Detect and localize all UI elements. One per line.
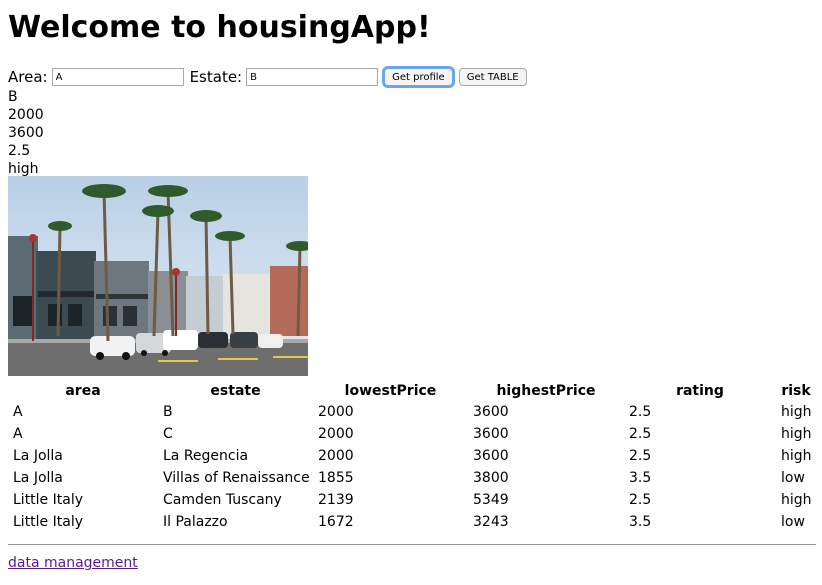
cell-risk: high [781, 404, 812, 420]
profile-estate: B [8, 89, 18, 105]
profile-rating: 2.5 [8, 143, 31, 159]
cell-risk: high [781, 426, 812, 442]
cell-rating: 3.5 [629, 470, 652, 486]
table-header-row: area estate lowestPrice highestPrice rat… [8, 381, 816, 401]
table-row: A C 2000 3600 2.5 high [8, 423, 816, 445]
cell-lowest-price: 1855 [318, 470, 354, 486]
table-row: Little Italy Il Palazzo 1672 3243 3.5 lo… [8, 511, 816, 533]
street-photo-illustration [8, 176, 308, 376]
cell-lowest-price: 2000 [318, 448, 354, 464]
get-table-button[interactable]: Get TABLE [458, 68, 527, 86]
cell-lowest-price: 2000 [318, 426, 354, 442]
cell-rating: 2.5 [629, 426, 652, 442]
table-row: La Jolla Villas of Renaissance 1855 3800… [8, 467, 816, 489]
cell-highest-price: 3243 [473, 514, 509, 530]
column-header-area: area [65, 383, 101, 399]
cell-estate: B [163, 404, 173, 420]
cell-area: A [13, 426, 23, 442]
column-header-highest-price: highestPrice [496, 383, 596, 399]
table-row: Little Italy Camden Tuscany 2139 5349 2.… [8, 489, 816, 511]
street-photo [8, 176, 308, 376]
cell-highest-price: 5349 [473, 492, 509, 508]
get-profile-button[interactable]: Get profile [384, 68, 453, 86]
cell-lowest-price: 1672 [318, 514, 354, 530]
cell-rating: 2.5 [629, 404, 652, 420]
cell-estate: Camden Tuscany [163, 492, 282, 508]
profile-highest-price: 3600 [8, 125, 44, 141]
column-header-lowest-price: lowestPrice [344, 383, 437, 399]
cell-risk: high [781, 448, 812, 464]
profile-lowest-price: 2000 [8, 107, 44, 123]
cell-rating: 3.5 [629, 514, 652, 530]
cell-highest-price: 3600 [473, 426, 509, 442]
table-row: A B 2000 3600 2.5 high [8, 401, 816, 423]
cell-rating: 2.5 [629, 492, 652, 508]
cell-area: Little Italy [13, 492, 83, 508]
cell-lowest-price: 2139 [318, 492, 354, 508]
profile-output: B 2000 3600 2.5 high [8, 88, 44, 178]
cell-area: Little Italy [13, 514, 83, 530]
area-label: Area: [8, 68, 48, 86]
cell-area: La Jolla [13, 470, 63, 486]
cell-estate: La Regencia [163, 448, 249, 464]
column-header-estate: estate [210, 383, 261, 399]
footer-divider [8, 544, 816, 545]
cell-estate: Il Palazzo [163, 514, 228, 530]
table-row: La Jolla La Regencia 2000 3600 2.5 high [8, 445, 816, 467]
estate-label: Estate: [189, 68, 243, 86]
search-form: Area: Estate: Get profile Get TABLE [8, 66, 533, 88]
cell-risk: low [781, 470, 805, 486]
cell-highest-price: 3600 [473, 404, 509, 420]
housing-table: area estate lowestPrice highestPrice rat… [8, 381, 816, 533]
cell-highest-price: 3800 [473, 470, 509, 486]
column-header-rating: rating [676, 383, 724, 399]
cell-risk: low [781, 514, 805, 530]
cell-area: La Jolla [13, 448, 63, 464]
cell-estate: Villas of Renaissance [163, 470, 310, 486]
cell-rating: 2.5 [629, 448, 652, 464]
estate-input[interactable] [246, 68, 379, 86]
cell-risk: high [781, 492, 812, 508]
column-header-risk: risk [781, 383, 811, 399]
data-management-link[interactable]: data management [8, 555, 138, 571]
cell-estate: C [163, 426, 173, 442]
area-input[interactable] [51, 68, 184, 86]
page-title: Welcome to housingApp! [8, 10, 431, 45]
cell-lowest-price: 2000 [318, 404, 354, 420]
cell-area: A [13, 404, 23, 420]
cell-highest-price: 3600 [473, 448, 509, 464]
